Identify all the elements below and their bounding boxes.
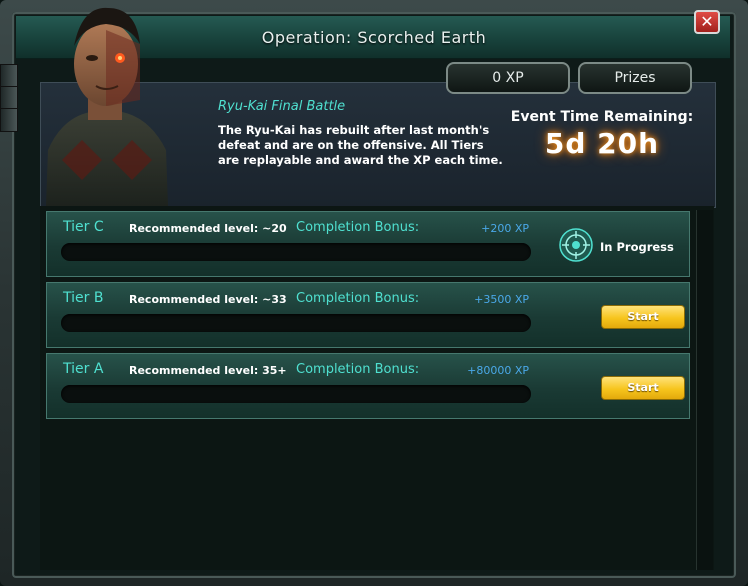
tier-status-in-progress: In Progress bbox=[600, 240, 674, 254]
side-bracket bbox=[0, 64, 18, 88]
tier-row-a: Tier A Recommended level: 35+ Completion… bbox=[46, 353, 690, 419]
completion-bonus-value: +80000 XP bbox=[467, 364, 529, 377]
tier-name: Tier A bbox=[63, 361, 104, 377]
tier-progress-bar bbox=[61, 385, 531, 403]
event-timer-value: 5d 20h bbox=[544, 127, 660, 160]
prizes-button[interactable]: Prizes bbox=[578, 62, 692, 94]
side-bracket bbox=[0, 108, 18, 132]
completion-bonus-label: Completion Bonus: bbox=[296, 291, 420, 306]
tier-name: Tier B bbox=[63, 290, 104, 306]
event-description: The Ryu-Kai has rebuilt after last month… bbox=[218, 123, 503, 167]
completion-bonus-label: Completion Bonus: bbox=[296, 220, 420, 235]
close-button[interactable]: ✕ bbox=[694, 10, 720, 34]
tier-list-scrollbar[interactable] bbox=[696, 210, 713, 570]
start-tier-a-button[interactable]: Start bbox=[601, 376, 685, 400]
side-bracket bbox=[0, 86, 18, 110]
completion-bonus-label: Completion Bonus: bbox=[296, 362, 420, 377]
target-crosshair-icon bbox=[559, 228, 593, 262]
tier-progress-bar bbox=[61, 314, 531, 332]
tier-name: Tier C bbox=[63, 219, 104, 235]
completion-bonus-value: +200 XP bbox=[481, 222, 529, 235]
tier-recommended-level: Recommended level: ~20 bbox=[129, 222, 287, 235]
xp-total-display: 0 XP bbox=[446, 62, 570, 94]
start-tier-b-button[interactable]: Start bbox=[601, 305, 685, 329]
commander-portrait bbox=[46, 7, 168, 206]
completion-bonus-value: +3500 XP bbox=[474, 293, 529, 306]
tier-row-b: Tier B Recommended level: ~33 Completion… bbox=[46, 282, 690, 348]
tier-row-c: Tier C Recommended level: ~20 Completion… bbox=[46, 211, 690, 277]
event-timer-label: Event Time Remaining: bbox=[510, 109, 694, 125]
tier-recommended-level: Recommended level: 35+ bbox=[129, 364, 287, 377]
tier-recommended-level: Recommended level: ~33 bbox=[129, 293, 287, 306]
tier-progress-bar bbox=[61, 243, 531, 261]
event-name: Ryu-Kai Final Battle bbox=[218, 99, 346, 114]
